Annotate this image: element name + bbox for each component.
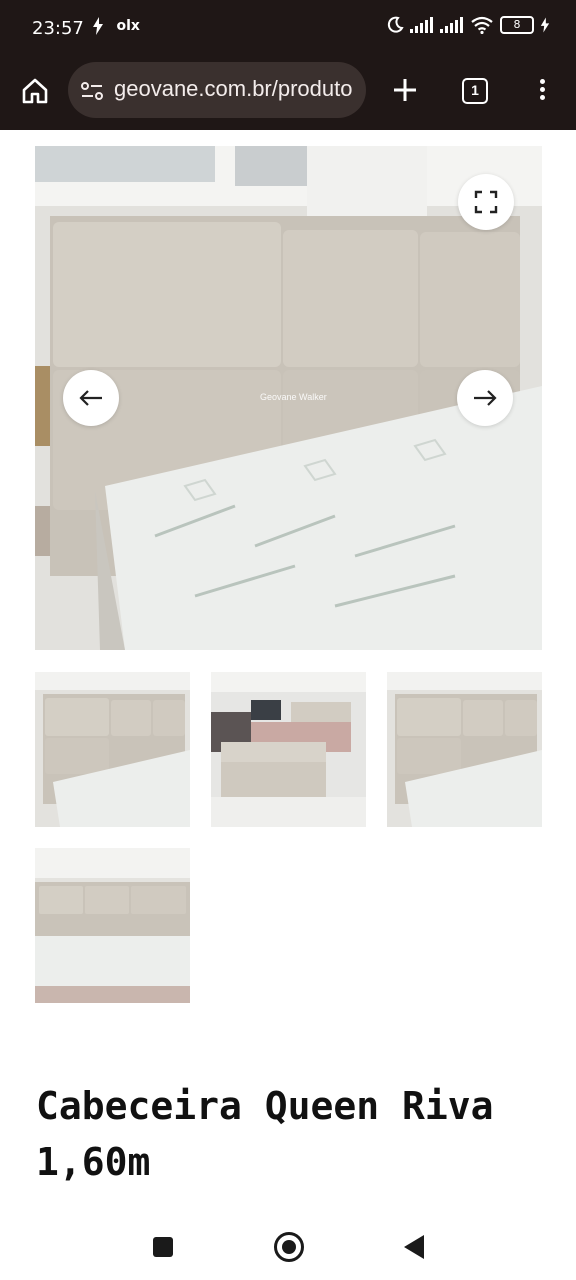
home-icon — [22, 78, 48, 104]
status-bar: 23:57 olx 8 — [0, 0, 576, 62]
moon-icon — [387, 16, 404, 33]
url-text: geovane.com.br/produto — [114, 76, 353, 101]
thumbnail-3[interactable] — [387, 672, 542, 827]
system-icons: 8 — [386, 16, 550, 34]
arrow-right-icon — [474, 390, 497, 406]
thumbnail-image — [211, 672, 366, 827]
menu-dot — [539, 87, 545, 92]
thumbnail-1[interactable] — [35, 672, 190, 827]
browser-toolbar: geovane.com.br/produto 1 — [0, 62, 576, 130]
wifi-icon — [471, 16, 493, 34]
thumbnail-image — [35, 672, 190, 827]
status-time: 23:57 — [32, 18, 84, 39]
plus-icon — [394, 79, 416, 101]
battery-icon: 8 — [500, 16, 534, 34]
menu-dot — [539, 79, 545, 84]
main-product-image[interactable]: Geovane Walker — [35, 146, 542, 650]
thumbnail-image — [387, 672, 542, 827]
recents-button[interactable] — [153, 1237, 173, 1257]
charging-bolt-icon — [93, 17, 103, 35]
previous-image-button[interactable] — [63, 370, 119, 426]
tab-switcher-button[interactable]: 1 — [462, 78, 488, 104]
thumbnail-4[interactable] — [35, 848, 190, 1003]
system-navigation-bar — [0, 1212, 576, 1280]
home-button[interactable] — [18, 74, 52, 108]
home-nav-button[interactable] — [274, 1232, 304, 1262]
overflow-menu-button[interactable] — [530, 76, 554, 106]
site-settings-icon — [81, 82, 103, 100]
notification-icons: olx — [92, 17, 140, 35]
charging-bolt-icon — [540, 17, 550, 33]
fullscreen-icon — [474, 190, 498, 214]
menu-dot — [539, 95, 545, 100]
arrow-left-icon — [79, 390, 102, 406]
new-tab-button[interactable] — [390, 70, 420, 110]
address-bar[interactable]: geovane.com.br/produto — [68, 62, 366, 118]
signal-icon — [410, 17, 433, 33]
next-image-button[interactable] — [457, 370, 513, 426]
olx-notification-icon: olx — [116, 18, 140, 34]
thumbnail-image — [35, 848, 190, 1003]
back-button[interactable] — [404, 1235, 424, 1259]
product-title: Cabeceira Queen Riva 1,60m — [36, 1084, 494, 1184]
fullscreen-button[interactable] — [458, 174, 514, 230]
watermark: Geovane Walker — [260, 392, 327, 402]
signal-icon — [440, 17, 463, 33]
thumbnail-2[interactable] — [211, 672, 366, 827]
